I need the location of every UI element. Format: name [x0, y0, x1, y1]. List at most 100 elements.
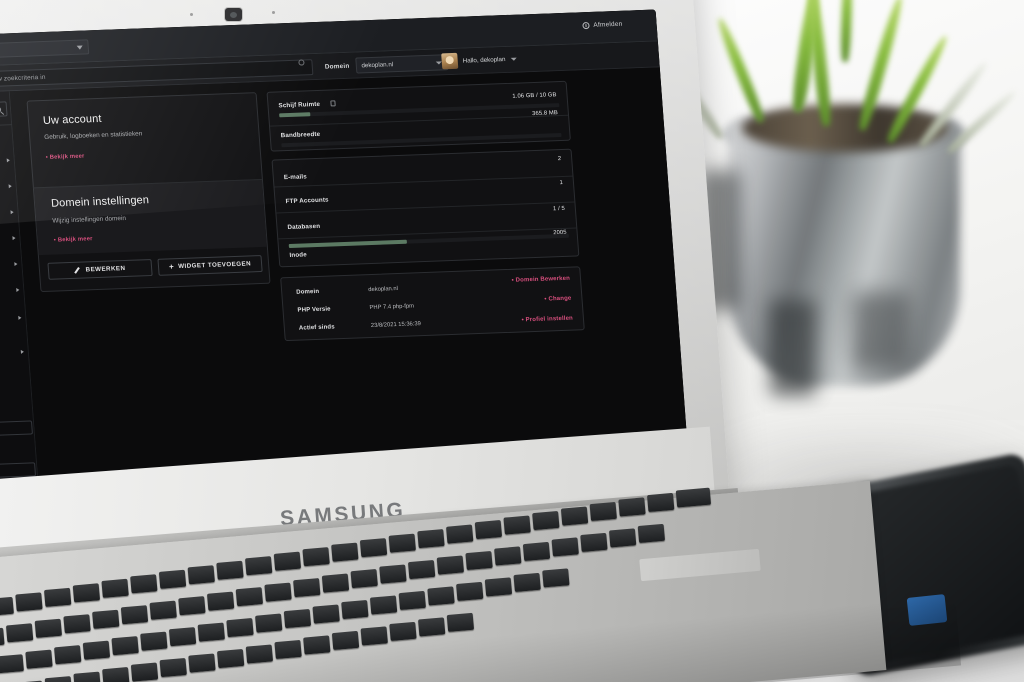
- edit-label: BEWERKEN: [85, 264, 126, 274]
- usage-row-value: 1.06 GB / 10 GB: [512, 92, 557, 100]
- key: [120, 605, 149, 625]
- key: [5, 623, 34, 643]
- key: [389, 621, 417, 642]
- sidebar-item[interactable]: [0, 257, 21, 272]
- sidebar-item[interactable]: [0, 153, 13, 168]
- sidebar-item[interactable]: [0, 283, 23, 298]
- microphone-icon: [190, 13, 193, 16]
- key: [178, 596, 206, 616]
- domain-selector-group: Domein dekoplan.nl: [324, 54, 449, 74]
- add-widget-label: WIDGET TOEVOEGEN: [177, 260, 252, 271]
- plus-icon: +: [168, 261, 175, 271]
- microphone-icon: [272, 11, 275, 14]
- brand-selector[interactable]: [0, 39, 90, 60]
- domain-more-label: Bekijk meer: [57, 236, 93, 244]
- key: [417, 617, 446, 637]
- key: [398, 590, 426, 611]
- account-more-link[interactable]: • Bekijk meer: [46, 153, 85, 160]
- key: [25, 649, 53, 669]
- key: [379, 564, 407, 584]
- key: [532, 510, 560, 531]
- laptop: Afmelden Voer uw zoekcriteria in Domein …: [0, 0, 1024, 682]
- info-value: 23/8/2021 15:36:39: [370, 321, 422, 329]
- profile-settings-label: Profiel instellen: [525, 315, 574, 324]
- change-link[interactable]: • Change: [544, 296, 571, 303]
- copy-icon[interactable]: [330, 99, 336, 106]
- stats-row-label: Databasen: [287, 222, 321, 232]
- edit-button[interactable]: BEWERKEN: [47, 259, 153, 280]
- key: [226, 617, 254, 638]
- chevron-down-icon: [76, 45, 83, 50]
- progress-bar-fill: [288, 239, 407, 248]
- user-greeting: Hallo, dekoplan: [462, 55, 506, 65]
- sidebar-search-input[interactable]: [0, 101, 8, 119]
- key: [15, 592, 43, 612]
- key: [101, 578, 129, 598]
- key: [216, 560, 244, 580]
- account-more-label: Bekijk meer: [49, 153, 85, 161]
- search-icon: [0, 106, 2, 113]
- stats-row-label: E-mails: [283, 173, 308, 182]
- key: [0, 654, 24, 674]
- usage-row-label: Bandbreedte: [280, 130, 321, 140]
- key: [522, 541, 551, 562]
- key: [608, 528, 637, 548]
- key: [560, 506, 589, 526]
- chevron-right-icon: [10, 209, 14, 214]
- domain-edit-link[interactable]: • Domein Bewerken: [511, 276, 570, 284]
- add-widget-button[interactable]: + WIDGET TOEVOEGEN: [157, 255, 263, 276]
- sidebar-item[interactable]: [0, 311, 25, 326]
- browser-viewport: Afmelden Voer uw zoekcriteria in Domein …: [0, 9, 689, 485]
- domain-more-link[interactable]: • Bekijk meer: [54, 236, 93, 243]
- key: [244, 556, 273, 576]
- key: [92, 609, 120, 629]
- key: [542, 568, 570, 588]
- stats-widget: E-mails 2 FTP Accounts 1 Databasen 1 / 5: [271, 148, 580, 268]
- account-section: Uw account Gebruik, logboeken en statist…: [28, 93, 262, 187]
- key: [149, 600, 177, 620]
- key: [140, 631, 168, 651]
- stats-row-label: FTP Accounts: [285, 196, 329, 206]
- sidebar-item[interactable]: [0, 179, 15, 194]
- info-value: dekoplan.nl: [368, 286, 399, 294]
- chevron-right-icon: [20, 349, 24, 354]
- user-menu[interactable]: Hallo, dekoplan: [441, 51, 517, 70]
- chevron-right-icon: [12, 235, 16, 240]
- usage-row-value: 365.8 MB: [532, 110, 559, 118]
- key: [283, 608, 312, 629]
- domain-settings-title: Domein instellingen: [50, 194, 150, 210]
- key: [427, 586, 455, 606]
- chevron-down-icon: [510, 57, 517, 61]
- profile-settings-link[interactable]: • Profiel instellen: [521, 316, 573, 324]
- sidebar-item[interactable]: ies: [0, 345, 27, 360]
- sidebar-item[interactable]: am: [0, 231, 19, 246]
- power-icon: [582, 21, 590, 30]
- chevron-right-icon: [8, 183, 12, 188]
- chevron-right-icon: [6, 157, 10, 162]
- stats-row-label: Inode: [289, 251, 308, 259]
- sidebar-item[interactable]: [0, 205, 17, 220]
- key: [407, 559, 436, 580]
- domain-settings-section: Domein instellingen Wijzig instellingen …: [33, 178, 267, 256]
- change-label: Change: [548, 295, 572, 303]
- avatar: [441, 52, 459, 70]
- info-label: Actief sinds: [298, 324, 335, 332]
- key: [54, 645, 82, 665]
- domain-select[interactable]: dekoplan.nl: [354, 54, 449, 74]
- key: [321, 573, 350, 593]
- info-label: Domein: [296, 288, 320, 296]
- logout-label: Afmelden: [593, 20, 623, 29]
- key: [63, 614, 91, 634]
- key: [341, 599, 369, 620]
- key: [369, 595, 398, 615]
- logout-button[interactable]: Afmelden: [582, 20, 623, 30]
- chevron-right-icon: [16, 287, 20, 292]
- webcam-icon: [225, 8, 242, 21]
- key: [273, 551, 302, 571]
- chevron-right-icon: [18, 315, 22, 320]
- domain-selected-value: dekoplan.nl: [361, 60, 394, 69]
- info-label: PHP Versie: [297, 306, 331, 314]
- key: [436, 555, 465, 575]
- key: [158, 569, 187, 589]
- sidebar-select[interactable]: [0, 420, 33, 437]
